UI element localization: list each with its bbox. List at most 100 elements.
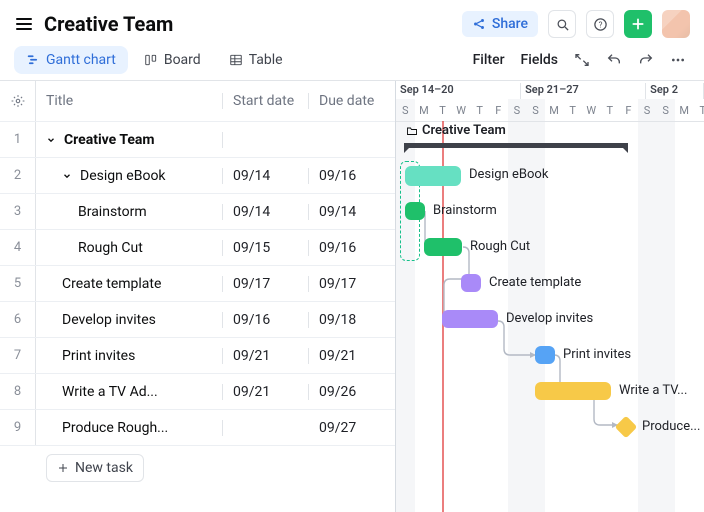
task-title[interactable]: Develop invites	[36, 312, 223, 328]
table-row[interactable]: 4Rough Cut09/1509/16	[0, 229, 395, 265]
task-title[interactable]: Rough Cut	[36, 240, 223, 256]
avatar[interactable]	[662, 10, 690, 38]
start-date[interactable]: 09/21	[223, 348, 309, 364]
chevron-down-icon	[46, 135, 56, 145]
day-label: W	[582, 99, 601, 121]
col-title[interactable]: Title	[36, 93, 223, 109]
menu-toggle[interactable]	[14, 14, 34, 34]
start-date[interactable]: 09/17	[223, 276, 309, 292]
table-row[interactable]: 8Write a TV Ad...09/2109/26	[0, 373, 395, 409]
table-row[interactable]: 9Produce Rough... 09/27	[0, 409, 395, 445]
page-title: Creative Team	[44, 12, 173, 36]
gantt-bar[interactable]	[405, 166, 461, 186]
gantt-icon	[26, 53, 40, 67]
row-number: 6	[0, 302, 36, 337]
task-title[interactable]: Produce Rough...	[36, 420, 223, 436]
due-date[interactable]: 09/21	[309, 348, 395, 364]
day-label: S	[526, 99, 545, 121]
share-button[interactable]: Share	[462, 11, 538, 37]
share-label: Share	[492, 16, 528, 32]
expand-button[interactable]	[570, 48, 594, 72]
summary-bar[interactable]	[404, 143, 628, 148]
undo-button[interactable]	[602, 48, 626, 72]
table-row[interactable]: 7Print invites09/2109/21	[0, 337, 395, 373]
search-button[interactable]	[548, 10, 576, 38]
day-label: S	[638, 99, 657, 121]
gantt-bar[interactable]	[461, 274, 481, 292]
help-button[interactable]: ?	[586, 10, 614, 38]
due-date[interactable]: 09/16	[309, 240, 395, 256]
new-task-button[interactable]: New task	[46, 454, 144, 482]
row-number: 7	[0, 338, 36, 373]
due-date[interactable]: 09/16	[309, 168, 395, 184]
gantt-group-label: Creative Team	[422, 123, 506, 138]
filter-button[interactable]: Filter	[469, 48, 509, 72]
gantt-bar[interactable]	[405, 202, 425, 220]
gear-icon	[11, 94, 25, 108]
search-icon	[555, 17, 570, 32]
task-title[interactable]: Design eBook	[36, 168, 223, 184]
task-title[interactable]: Brainstorm	[36, 204, 223, 220]
tab-table-label: Table	[249, 52, 283, 68]
start-date[interactable]: 09/14	[223, 204, 309, 220]
add-button[interactable]	[624, 10, 652, 38]
fields-button[interactable]: Fields	[517, 48, 562, 72]
task-title[interactable]: Print invites	[36, 348, 223, 364]
table-row[interactable]: 3Brainstorm09/1409/14	[0, 193, 395, 229]
redo-icon	[638, 52, 654, 68]
day-label: T	[694, 99, 704, 121]
day-label: M	[415, 99, 434, 121]
gantt-bar[interactable]	[424, 238, 462, 256]
day-label: T	[563, 99, 582, 121]
gantt-bar-label: Brainstorm	[433, 203, 497, 218]
plus-icon	[57, 462, 69, 474]
start-date[interactable]: 09/16	[223, 312, 309, 328]
gantt-bar[interactable]	[442, 310, 498, 328]
task-title[interactable]: Create template	[36, 276, 223, 292]
start-date[interactable]: 09/14	[223, 168, 309, 184]
due-date[interactable]: 09/17	[309, 276, 395, 292]
table-row[interactable]: 1Creative Team	[0, 121, 395, 157]
task-title[interactable]: Creative Team	[36, 132, 223, 148]
gantt-bar-label: Produce...	[642, 419, 700, 434]
tab-board[interactable]: Board	[132, 46, 213, 74]
svg-text:?: ?	[598, 19, 602, 29]
col-due[interactable]: Due date	[309, 93, 395, 109]
table-row[interactable]: 6Develop invites09/1609/18	[0, 301, 395, 337]
task-title[interactable]: Write a TV Ad...	[36, 384, 223, 400]
due-date[interactable]: 09/14	[309, 204, 395, 220]
day-label: T	[601, 99, 620, 121]
col-start[interactable]: Start date	[223, 93, 309, 109]
due-date[interactable]: 09/26	[309, 384, 395, 400]
row-number: 9	[0, 410, 36, 445]
gantt-bar-label: Print invites	[563, 347, 631, 362]
gantt-chart[interactable]: Sep 14–20Sep 21–27Sep 2 SMTWTFSSMTWTFSSM…	[396, 81, 704, 512]
gantt-bar-label: Create template	[489, 275, 581, 290]
gantt-bar[interactable]	[535, 382, 611, 400]
share-icon	[472, 17, 486, 31]
row-number: 4	[0, 230, 36, 265]
start-date[interactable]: 09/15	[223, 240, 309, 256]
tab-gantt[interactable]: Gantt chart	[14, 46, 128, 74]
due-date[interactable]: 09/18	[309, 312, 395, 328]
row-number: 3	[0, 194, 36, 229]
table-row[interactable]: 2Design eBook09/1409/16	[0, 157, 395, 193]
tab-board-label: Board	[164, 52, 201, 68]
day-label: S	[508, 99, 527, 121]
more-icon	[670, 52, 686, 68]
due-date[interactable]: 09/27	[309, 420, 395, 436]
redo-button[interactable]	[634, 48, 658, 72]
plus-icon	[631, 17, 645, 31]
table-settings-button[interactable]	[0, 81, 36, 121]
more-button[interactable]	[666, 48, 690, 72]
board-icon	[144, 53, 158, 67]
tab-table[interactable]: Table	[217, 46, 295, 74]
day-label: M	[675, 99, 694, 121]
table-row[interactable]: 5Create template09/1709/17	[0, 265, 395, 301]
gantt-milestone[interactable]	[615, 416, 638, 439]
row-number: 5	[0, 266, 36, 301]
start-date[interactable]: 09/21	[223, 384, 309, 400]
gantt-bar[interactable]	[535, 346, 555, 364]
chevron-down-icon	[62, 171, 72, 181]
task-table: Title Start date Due date 1Creative Team…	[0, 81, 396, 512]
